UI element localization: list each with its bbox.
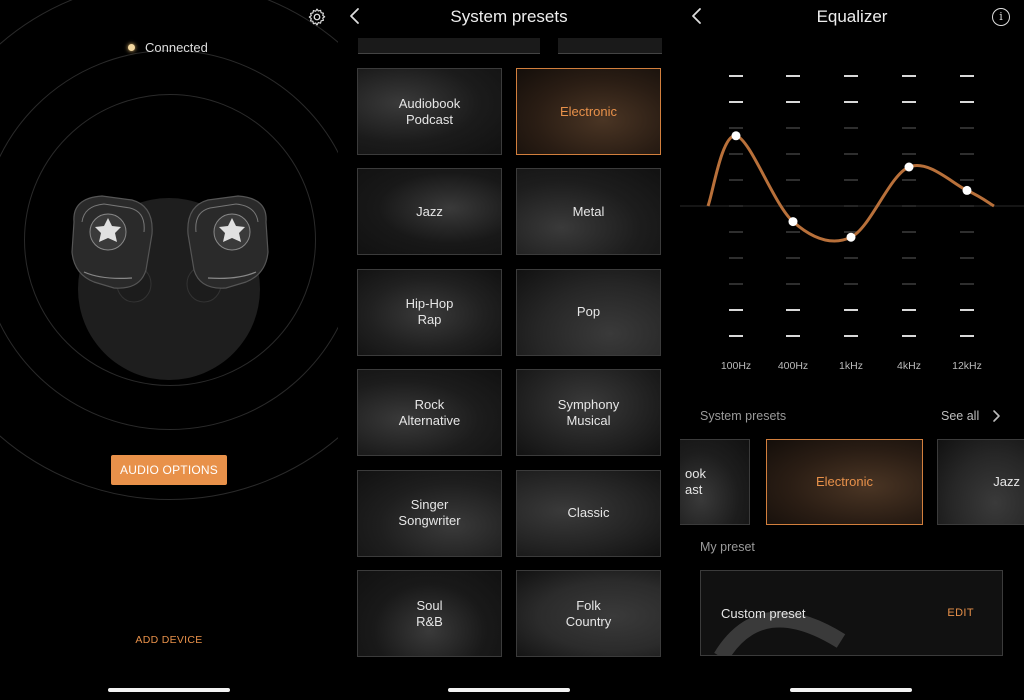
eq-frequency-label: 1kHz bbox=[839, 360, 863, 372]
preset-tile[interactable]: Soul R&B bbox=[357, 570, 502, 657]
settings-gear-icon[interactable] bbox=[307, 7, 327, 27]
home-indicator[interactable] bbox=[108, 688, 230, 692]
preset-tile[interactable]: Jazz bbox=[357, 168, 502, 256]
eq-curve bbox=[706, 134, 995, 243]
connected-indicator-dot bbox=[128, 44, 135, 51]
scroll-edge-tile bbox=[558, 38, 662, 54]
preset-tile[interactable]: Pop bbox=[516, 268, 661, 356]
connection-status: Connected bbox=[128, 40, 208, 55]
preset-tile-label: Hip-Hop Rap bbox=[405, 296, 454, 328]
preset-tile-label: Rock Alternative bbox=[398, 396, 461, 428]
home-indicator[interactable] bbox=[790, 688, 912, 692]
preset-tile-label: Soul R&B bbox=[416, 597, 443, 629]
custom-preset-card[interactable]: Custom preset EDIT bbox=[700, 570, 1003, 656]
preset-tile[interactable]: Classic bbox=[516, 469, 661, 557]
carousel-tile-label: ook ast bbox=[685, 466, 706, 497]
preset-tile-label: Metal bbox=[572, 203, 605, 219]
page-title: Equalizer bbox=[816, 7, 888, 26]
left-earbud-image bbox=[71, 195, 153, 303]
preset-tile[interactable]: Symphony Musical bbox=[516, 369, 661, 457]
equalizer-graph[interactable] bbox=[680, 60, 1024, 350]
preset-tile-label: Jazz bbox=[416, 203, 443, 219]
scroll-edge-tile bbox=[358, 38, 540, 54]
preset-tile[interactable]: Electronic bbox=[516, 68, 661, 155]
my-preset-label: My preset bbox=[700, 540, 755, 554]
eq-frequency-label: 12kHz bbox=[952, 360, 982, 372]
eq-frequency-label: 100Hz bbox=[720, 360, 752, 372]
system-presets-label: System presets bbox=[700, 409, 787, 423]
eq-frequency-label: 4kHz bbox=[897, 360, 921, 372]
audio-options-button[interactable]: AUDIO OPTIONS bbox=[111, 455, 227, 485]
preset-tile-label: Singer Songwriter bbox=[398, 497, 461, 529]
see-all-link[interactable]: See all bbox=[941, 409, 979, 423]
preset-tile-label: Audiobook Podcast bbox=[398, 95, 461, 127]
edit-preset-button[interactable]: EDIT bbox=[947, 607, 974, 619]
carousel-preset-tile[interactable]: Jazz bbox=[937, 439, 1024, 525]
preset-tile-label: Folk Country bbox=[565, 597, 612, 629]
carousel-preset-tile[interactable]: ook ast bbox=[680, 439, 750, 525]
equalizer-screen: Equalizer i 100Hz 400Hz 1kHz 4kHz 12kHz Syst… bbox=[680, 0, 1024, 700]
carousel-tile-label: Electronic bbox=[815, 474, 874, 489]
connection-status-text: Connected bbox=[145, 40, 208, 55]
preset-tile-label: Symphony Musical bbox=[557, 396, 620, 428]
eq-band-handle[interactable] bbox=[731, 131, 741, 141]
eq-band-handle[interactable] bbox=[904, 162, 914, 172]
preset-tile[interactable]: Audiobook Podcast bbox=[357, 68, 502, 155]
eq-frequency-label: 400Hz bbox=[777, 360, 809, 372]
info-icon[interactable]: i bbox=[992, 8, 1010, 26]
device-screen: Connected AUDIO OPTIONS ADD DEVICE bbox=[0, 0, 338, 700]
preset-tile[interactable]: Metal bbox=[516, 168, 661, 256]
preset-tile[interactable]: Rock Alternative bbox=[357, 369, 502, 457]
preset-tile[interactable]: Singer Songwriter bbox=[357, 469, 502, 557]
preset-tile[interactable]: Folk Country bbox=[516, 570, 661, 657]
carousel-preset-tile[interactable]: Electronic bbox=[766, 439, 923, 525]
right-earbud-image bbox=[186, 195, 269, 303]
preset-tile[interactable]: Hip-Hop Rap bbox=[357, 268, 502, 356]
preset-tile-label: Pop bbox=[576, 304, 601, 320]
add-device-link[interactable]: ADD DEVICE bbox=[0, 634, 338, 646]
custom-preset-name: Custom preset bbox=[721, 606, 806, 621]
eq-band-handle[interactable] bbox=[962, 185, 972, 195]
preset-tile-label: Electronic bbox=[559, 103, 618, 119]
eq-band-handle[interactable] bbox=[846, 232, 856, 242]
chevron-right-icon[interactable] bbox=[991, 409, 1001, 423]
eq-band-handle[interactable] bbox=[788, 217, 798, 227]
carousel-tile-label: Jazz bbox=[993, 474, 1020, 489]
preset-tile-label: Classic bbox=[567, 505, 610, 521]
system-presets-screen: System presets Audiobook Podcast Electron… bbox=[340, 0, 678, 700]
home-indicator[interactable] bbox=[448, 688, 570, 692]
page-title: System presets bbox=[450, 7, 568, 26]
